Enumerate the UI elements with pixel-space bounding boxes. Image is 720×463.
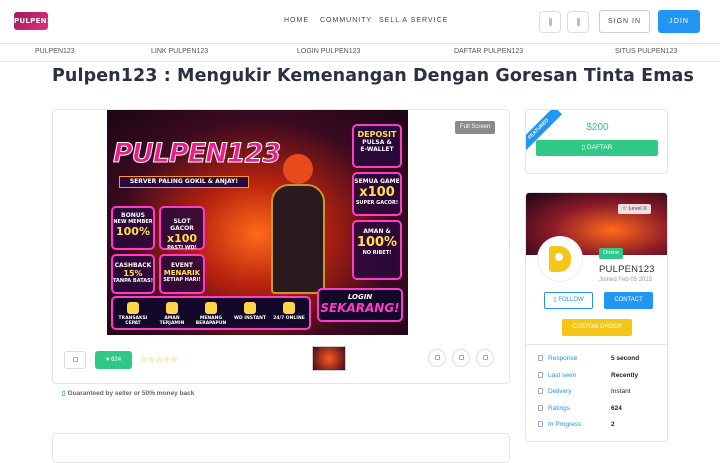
contact-button[interactable]: CONTACT [604,292,653,309]
feature-item: WD INSTANT [232,302,268,321]
bookmark-button[interactable] [64,351,86,369]
follow-button[interactable]: ▯ FOLLOW [544,292,593,309]
sign-in-button[interactable]: SIGN IN [599,10,650,33]
seller-card: ☆ Level X Online PULPEN123 Joined Feb 05… [525,192,668,442]
nav-sell-a-service[interactable]: SELL A SERVICE [379,17,448,24]
daftar-button[interactable]: ▯ DAFTAR [536,140,658,156]
banner-tile: BONUS NEW MEMBER 100% [111,206,155,250]
messages-button[interactable] [567,11,589,33]
facebook-icon [434,355,440,360]
banner-brand: PULPEN123 [112,138,281,170]
notification-button[interactable] [539,11,561,33]
twitter-icon [458,355,464,360]
nav-community[interactable]: COMMUNITY [320,17,372,24]
feature-item: MENANG BERAPAPUN [193,302,229,326]
gig-banner-image[interactable]: PULPEN123 SERVER PALING GOKIL & ANJAY! B… [107,110,408,335]
category-nav: PULPEN123 LINK PULPEN123 LOGIN PULPEN123… [0,44,720,62]
online-status-badge: Online [599,248,623,259]
page-title: Pulpen123 : Mengukir Kemenangan Dengan G… [52,66,694,86]
custom-order-button[interactable]: CUSTOM ORDER [562,319,632,336]
subnav-daftar-pulpen123[interactable]: DAFTAR PULPEN123 [454,48,523,55]
join-button[interactable]: JOIN [658,10,700,33]
rating-stars: ☆☆☆☆☆ [140,355,179,364]
share-facebook-button[interactable] [428,349,446,367]
share-link-button[interactable] [476,349,494,367]
banner-tagline: SERVER PALING GOKIL & ANJAY! [119,176,249,188]
guarantee-note: ▯ Guaranteed by seller or 50% money back [62,390,195,397]
banner-tile: CASHBACK 15% TANPA BATAS! [111,254,155,294]
price-card: FEATURED $200 ▯ DAFTAR [525,109,668,174]
gallery-thumbnail[interactable] [312,346,346,371]
description-card [52,433,510,463]
seller-name[interactable]: PULPEN123 [599,264,655,275]
clock-icon [283,302,295,314]
banner-tile: EVENT MENARIK SETIAP HARI! [159,254,205,294]
top-navbar: PULPEN123 HOME COMMUNITY SELL A SERVICE … [0,0,720,44]
trophy-icon [205,302,217,314]
banner-features: TRANSAKSI CEPAT AMAN TERJAMIN MENANG BER… [111,296,311,330]
bookmark-icon [72,357,78,362]
banner-character [257,150,337,300]
banner-tile: DEPOSIT PULSA & E-WALLET [352,124,402,168]
mail-icon [576,18,580,26]
star-icon [538,405,543,411]
banner-tile: AMAN & 100% NO RIBET! [352,220,402,280]
diamond-icon [244,302,256,314]
divider [526,344,667,345]
banner-tile: SEMUA GAME x100 SUPER GACOR! [352,172,402,216]
feature-item: AMAN TERJAMIN [154,302,190,326]
like-button[interactable]: ♥ 624 [95,351,132,369]
feature-item: 24/7 ONLINE [271,302,307,321]
shield-icon [166,302,178,314]
banner-tile: SLOT GACOR x100 PASTI WD! [159,206,205,251]
shield-check-icon: ▯ [62,390,66,397]
seller-level-badge: ☆ Level X [618,204,651,214]
eye-icon [538,372,543,378]
nav-home[interactable]: HOME [284,17,309,24]
bell-icon [548,18,552,26]
site-logo[interactable]: PULPEN123 [14,12,62,30]
progress-icon [538,421,543,427]
seller-avatar[interactable] [538,237,582,281]
lightning-icon [127,302,139,314]
banner-login-cta: LOGIN SEKARANG! [317,288,403,322]
seller-joined-date: Joined Feb 05 2015 [599,277,653,283]
truck-icon [538,388,543,394]
subnav-pulpen123[interactable]: PULPEN123 [35,48,75,55]
link-icon [482,355,488,360]
subnav-login-pulpen123[interactable]: LOGIN PULPEN123 [297,48,360,55]
fullscreen-button[interactable]: Full Screen [455,121,496,134]
price-value: $200 [586,122,609,133]
subnav-situs-pulpen123[interactable]: SITUS PULPEN123 [615,48,677,55]
feature-item: TRANSAKSI CEPAT [115,302,151,326]
subnav-link-pulpen123[interactable]: LINK PULPEN123 [151,48,208,55]
share-twitter-button[interactable] [452,349,470,367]
response-icon [538,355,543,361]
